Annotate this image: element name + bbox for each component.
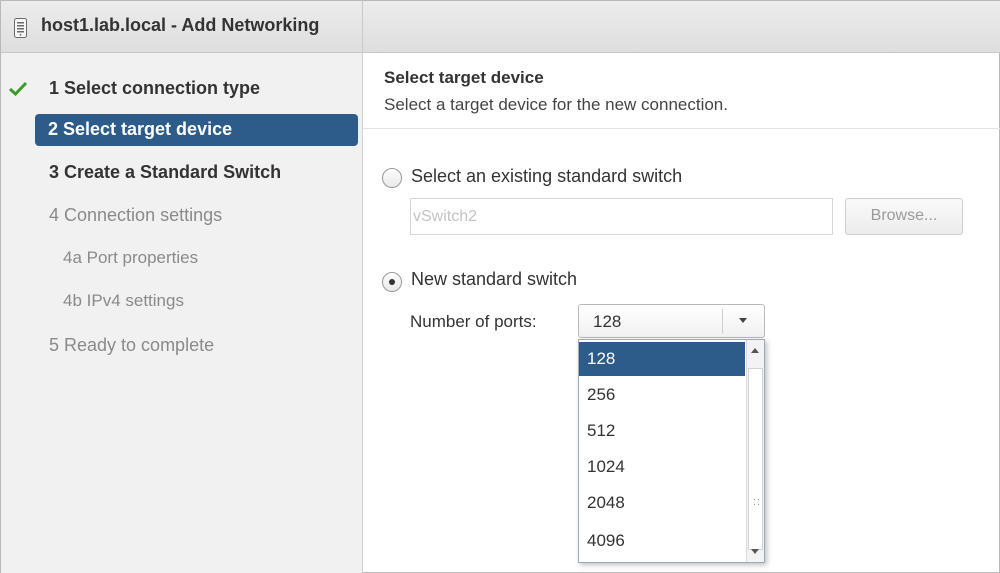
radio-selected-dot <box>389 279 395 285</box>
existing-switch-label[interactable]: Select an existing standard switch <box>411 166 682 187</box>
step-connection-settings: 4 Connection settings <box>49 205 223 225</box>
scroll-down-arrow-icon[interactable] <box>751 549 759 554</box>
ports-option-512[interactable]: 512 <box>579 414 745 448</box>
step-select-connection-type[interactable]: 1 Select connection type <box>49 78 260 99</box>
existing-switch-radio[interactable] <box>382 168 402 188</box>
check-icon <box>8 81 28 97</box>
new-switch-radio[interactable] <box>382 272 402 292</box>
step-port-properties: 4a Port properties <box>63 248 199 267</box>
ports-option-2048[interactable]: 2048 <box>579 486 745 520</box>
grip-icon: :: <box>753 496 762 508</box>
chevron-down-icon[interactable] <box>739 318 747 323</box>
step-ipv4-settings: 4b IPv4 settings <box>63 291 184 310</box>
step-ready-to-complete: 5 Ready to complete <box>49 335 215 355</box>
ports-option-256[interactable]: 256 <box>579 378 745 412</box>
ports-option-1024[interactable]: 1024 <box>579 450 745 484</box>
title-bar: host1.lab.local - Add Networking <box>1 1 1000 53</box>
scroll-up-arrow-icon[interactable] <box>751 348 759 353</box>
select-divider <box>722 309 723 334</box>
page-subtitle: Select a target device for the new conne… <box>384 95 728 114</box>
window-title: host1.lab.local - Add Networking <box>41 15 320 35</box>
ports-select-value: 128 <box>593 312 622 331</box>
dropdown-scrollbar[interactable]: :: <box>746 340 764 562</box>
ports-option-4096[interactable]: 4096 <box>579 524 745 558</box>
ports-dropdown-list: 128 256 512 1024 2048 4096 :: <box>578 339 765 563</box>
header-divider <box>363 128 1000 129</box>
title-divider <box>362 1 363 53</box>
step-select-target-device[interactable]: 2 Select target device <box>35 114 358 146</box>
page-title: Select target device <box>384 68 544 87</box>
existing-switch-input[interactable] <box>410 198 833 235</box>
add-networking-dialog: host1.lab.local - Add Networking 1 Selec… <box>0 0 1000 573</box>
browse-button[interactable]: Browse... <box>845 198 963 235</box>
ports-label: Number of ports: <box>410 312 537 331</box>
wizard-steps-sidebar: 1 Select connection type 2 Select target… <box>1 53 363 573</box>
new-switch-label[interactable]: New standard switch <box>411 269 577 290</box>
ports-option-128[interactable]: 128 <box>579 342 745 376</box>
step-create-standard-switch[interactable]: 3 Create a Standard Switch <box>49 162 281 183</box>
server-icon <box>14 18 27 38</box>
ports-select[interactable]: 128 <box>578 304 765 338</box>
scroll-thumb[interactable]: :: <box>748 368 763 550</box>
